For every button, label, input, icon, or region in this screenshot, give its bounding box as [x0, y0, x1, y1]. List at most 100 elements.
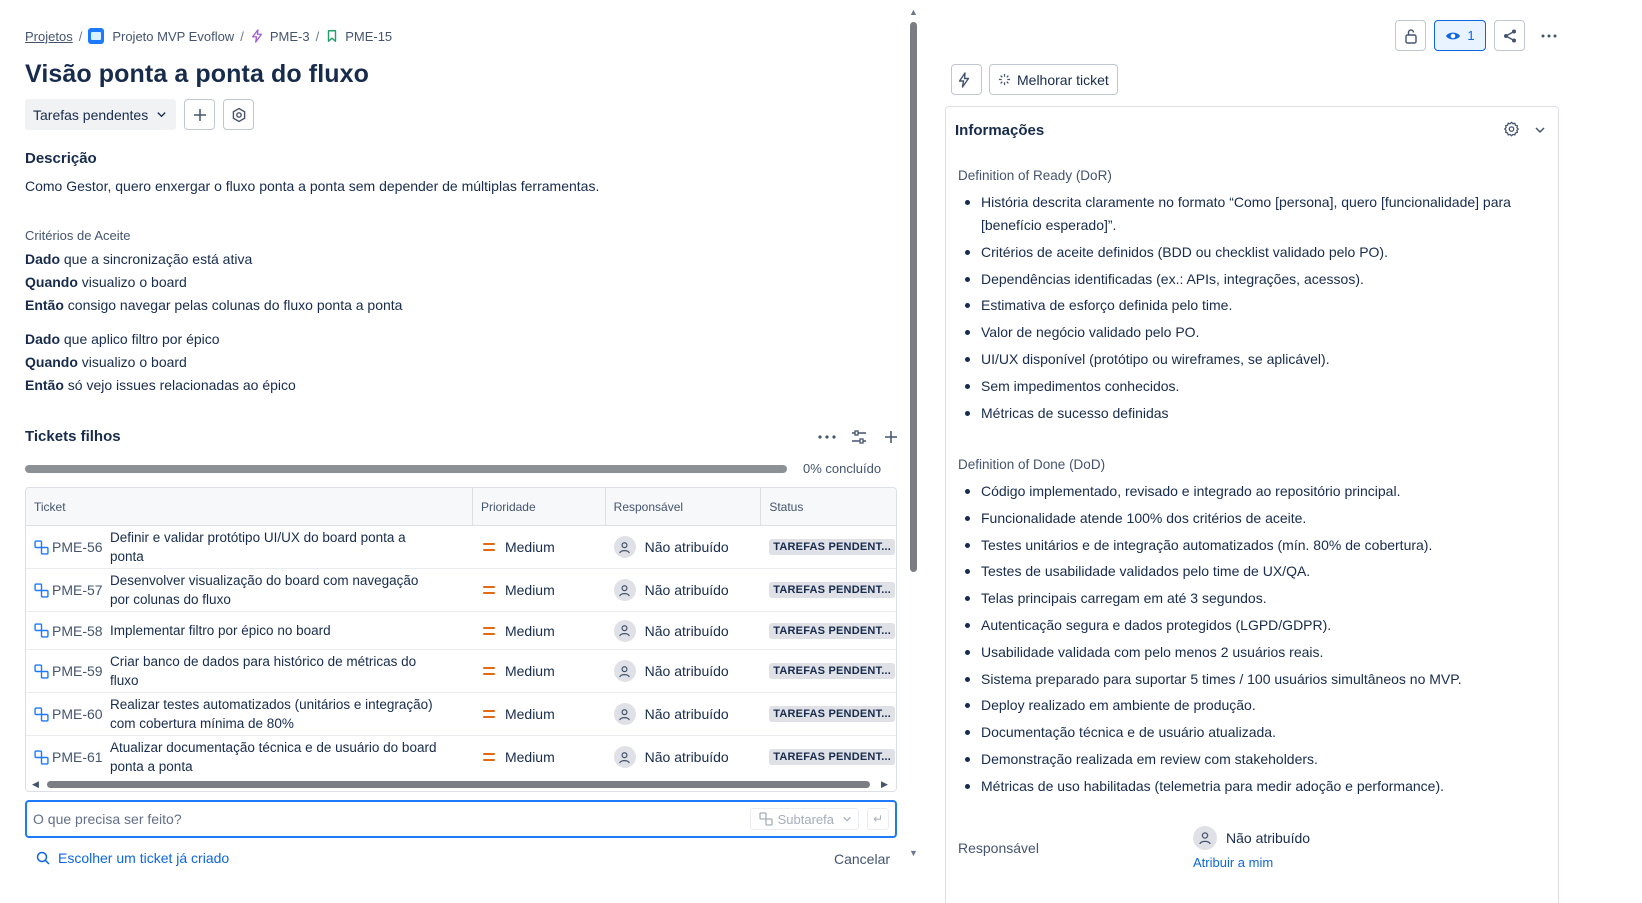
column-header-status[interactable]: Status: [761, 488, 896, 525]
avatar: [613, 579, 636, 601]
status-cell[interactable]: TAREFAS PENDENT...: [761, 736, 896, 778]
user-icon: [619, 751, 630, 763]
ticket-key: PME-59: [52, 663, 103, 679]
ticket-key-link[interactable]: PME-57: [34, 582, 110, 598]
assignee-label: Não atribuído: [644, 539, 729, 555]
status-badge: TAREFAS PENDENT...: [769, 749, 895, 765]
criteria-line: Dado que a sincronização está ativa: [25, 251, 252, 267]
assignee-cell[interactable]: Não atribuído: [606, 650, 762, 692]
more-actions-button[interactable]: [1533, 20, 1564, 51]
ticket-key: PME-58: [52, 622, 103, 639]
status-cell[interactable]: TAREFAS PENDENT...: [761, 650, 896, 692]
filter-settings-button[interactable]: [848, 426, 870, 448]
column-header-assignee[interactable]: Responsável: [606, 488, 762, 525]
restrictions-button[interactable]: [1395, 20, 1426, 51]
scrollbar-thumb[interactable]: [47, 781, 870, 788]
main-vertical-scrollbar[interactable]: ▲ ▼: [906, 0, 920, 903]
breadcrumb-projects-link[interactable]: Projetos: [25, 29, 73, 44]
status-cell[interactable]: TAREFAS PENDENT...: [761, 612, 896, 649]
improve-ticket-button[interactable]: Melhorar ticket: [989, 64, 1118, 95]
table-row[interactable]: PME-58 Implementar filtro por épico no bo…: [26, 612, 896, 650]
cancel-button[interactable]: Cancelar: [834, 851, 890, 867]
watchers-button[interactable]: 1: [1434, 20, 1486, 51]
priority-label: Medium: [504, 706, 555, 722]
info-settings-button[interactable]: [1503, 121, 1520, 141]
add-button[interactable]: [184, 99, 216, 130]
assignee-label: Não atribuído: [644, 622, 729, 639]
assignee-name: Não atribuído: [1226, 830, 1311, 846]
assignee-cell[interactable]: Não atribuído: [606, 569, 762, 611]
status-cell[interactable]: TAREFAS PENDENT...: [761, 526, 896, 568]
ticket-summary[interactable]: Realizar testes automatizados (unitários…: [110, 695, 473, 733]
ticket-summary[interactable]: Atualizar documentação técnica e de usuá…: [110, 738, 473, 776]
share-button[interactable]: [1494, 20, 1525, 51]
scroll-up-arrow-icon[interactable]: ▲: [909, 7, 918, 17]
submit-child-button[interactable]: ↵: [867, 808, 889, 830]
scroll-left-arrow-icon[interactable]: ◀: [32, 779, 39, 790]
horizontal-scrollbar[interactable]: ◀ ▶: [26, 777, 896, 791]
priority-cell[interactable]: Medium: [473, 650, 606, 692]
breadcrumb-story[interactable]: PME-15: [325, 29, 392, 44]
priority-cell[interactable]: Medium: [473, 736, 606, 778]
breadcrumb-project[interactable]: Projeto MVP Evoflow: [88, 28, 234, 44]
description-text[interactable]: Como Gestor, quero enxergar o fluxo pont…: [25, 178, 599, 194]
criteria-line: Então só vejo issues relacionadas ao épi…: [25, 377, 296, 393]
scrollbar-thumb[interactable]: [910, 22, 917, 572]
more-options-button[interactable]: [816, 426, 838, 448]
new-child-input[interactable]: O que precisa ser feito? Subtarefa ↵: [25, 800, 897, 838]
table-row[interactable]: PME-60 Realizar testes automatizados (uni…: [26, 693, 896, 736]
ticket-key-link[interactable]: PME-56: [34, 539, 110, 555]
assignee-cell[interactable]: Não atribuído: [606, 693, 762, 735]
priority-cell[interactable]: Medium: [473, 526, 606, 568]
ticket-summary[interactable]: Definir e validar protótipo UI/UX do boa…: [110, 528, 473, 566]
assignee-field-value[interactable]: Não atribuído: [1193, 826, 1310, 850]
scroll-down-arrow-icon[interactable]: ▼: [909, 848, 918, 858]
assignee-cell[interactable]: Não atribuído: [606, 736, 762, 778]
breadcrumb-epic[interactable]: PME-3: [250, 29, 310, 44]
column-header-ticket[interactable]: Ticket: [26, 488, 473, 525]
issue-type-select[interactable]: Subtarefa: [749, 808, 859, 830]
ticket-key-link[interactable]: PME-60: [34, 706, 110, 722]
choose-existing-link[interactable]: Escolher um ticket já criado: [36, 850, 229, 866]
priority-cell[interactable]: Medium: [473, 569, 606, 611]
assign-to-me-link[interactable]: Atribuir a mim: [1193, 855, 1273, 870]
apps-button[interactable]: [223, 99, 255, 130]
priority-label: Medium: [504, 539, 555, 555]
status-cell[interactable]: TAREFAS PENDENT...: [761, 693, 896, 735]
list-item: Demonstração realizada em review com sta…: [958, 748, 1538, 771]
add-child-button[interactable]: [880, 426, 902, 448]
automation-button[interactable]: [951, 64, 982, 95]
scroll-right-arrow-icon[interactable]: ▶: [881, 779, 888, 790]
ticket-key-link[interactable]: PME-58: [34, 623, 110, 639]
user-icon: [619, 665, 630, 677]
user-icon: [619, 625, 630, 637]
table-row[interactable]: PME-57 Desenvolver visualização do board …: [26, 569, 896, 612]
assignee-cell[interactable]: Não atribuído: [606, 526, 762, 568]
table-row[interactable]: PME-56 Definir e validar protótipo UI/UX …: [26, 526, 896, 569]
ticket-key-link[interactable]: PME-59: [34, 663, 110, 679]
info-heading[interactable]: Informações: [955, 122, 1044, 139]
list-item: Deploy realizado em ambiente de produção…: [958, 694, 1538, 717]
status-cell[interactable]: TAREFAS PENDENT...: [761, 569, 896, 611]
column-header-priority[interactable]: Prioridade: [473, 488, 606, 525]
priority-cell[interactable]: Medium: [473, 693, 606, 735]
collapse-info-button[interactable]: [1534, 123, 1546, 139]
ticket-key-link[interactable]: PME-61: [34, 749, 110, 765]
ticket-summary[interactable]: Desenvolver visualização do board com na…: [110, 571, 473, 609]
more-horizontal-icon: [1541, 34, 1556, 37]
ticket-key: PME-57: [52, 582, 103, 598]
issue-main-panel: Projetos / Projeto MVP Evoflow / PME-3 /…: [0, 0, 920, 903]
criteria-line: Quando visualizo o board: [25, 274, 187, 290]
priority-medium-icon: [482, 626, 495, 635]
table-row[interactable]: PME-59 Criar banco de dados para históric…: [26, 650, 896, 693]
avatar: [613, 660, 636, 682]
ticket-summary[interactable]: Criar banco de dados para histórico de m…: [110, 652, 473, 690]
status-dropdown[interactable]: Tarefas pendentes: [25, 99, 177, 130]
ticket-summary[interactable]: Implementar filtro por épico no board: [110, 621, 367, 640]
breadcrumb-separator: /: [78, 28, 83, 44]
page-title[interactable]: Visão ponta a ponta do fluxo: [25, 60, 369, 89]
priority-cell[interactable]: Medium: [473, 612, 606, 649]
assignee-cell[interactable]: Não atribuído: [606, 612, 762, 649]
table-row[interactable]: PME-61 Atualizar documentação técnica e d…: [26, 736, 896, 779]
table-body: PME-56 Definir e validar protótipo UI/UX …: [26, 526, 896, 779]
